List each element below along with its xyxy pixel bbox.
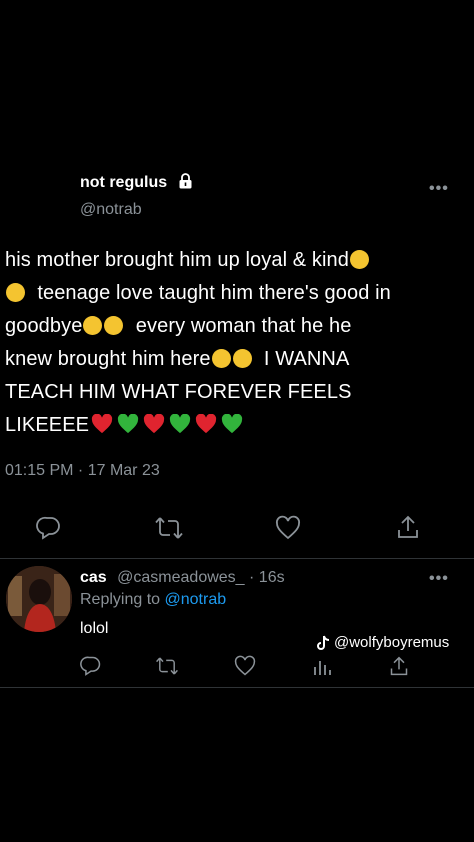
lock-icon	[179, 173, 192, 189]
tweet-line-1: his mother brought him up loyal & kind	[5, 244, 470, 277]
reply-more-options-icon[interactable]: •••	[429, 570, 449, 588]
reply-icon[interactable]	[80, 655, 102, 677]
tweet-line-4: knew brought him here I WANNA	[5, 348, 350, 370]
reply-text: lolol	[80, 620, 109, 637]
watermark-text: @wolfyboyremus	[334, 634, 450, 651]
divider	[0, 558, 474, 559]
tweet-author-handle[interactable]: @notrab	[80, 201, 142, 219]
frowning-face-icon	[6, 283, 25, 302]
share-icon[interactable]	[396, 514, 420, 540]
tweet-timestamp[interactable]: 01:15 PM · 17 Mar 23	[5, 462, 160, 480]
reply-time: · 16s	[249, 569, 285, 586]
avatar-photo	[6, 566, 72, 632]
avatar[interactable]	[6, 566, 72, 632]
crying-face-icon	[104, 316, 124, 335]
author-name-text: not regulus	[80, 174, 168, 191]
like-icon[interactable]	[234, 655, 256, 677]
tiktok-icon	[317, 635, 330, 650]
more-options-icon[interactable]: •••	[429, 180, 449, 198]
tweet-author-name[interactable]: not regulus	[80, 173, 193, 192]
reply-icon[interactable]	[36, 515, 62, 541]
retweet-icon[interactable]	[155, 655, 179, 677]
like-icon[interactable]	[275, 515, 301, 541]
replying-to-label: Replying to	[80, 591, 161, 608]
frowning-face-icon	[349, 250, 369, 269]
green-heart-icon	[170, 414, 191, 434]
reply-author-name[interactable]: cas	[80, 569, 107, 586]
reply-header: cas @casmeadowes_ · 16s	[80, 569, 285, 587]
tweet-body: his mother brought him up loyal & kind t…	[5, 244, 470, 442]
smiling-face-icon	[232, 349, 252, 368]
green-heart-icon	[118, 414, 139, 434]
green-heart-icon	[222, 414, 243, 434]
red-heart-icon	[144, 414, 165, 434]
tweet-line-2: teenage love taught him there's good in	[5, 277, 470, 310]
share-icon[interactable]	[389, 655, 409, 677]
retweet-icon[interactable]	[154, 515, 184, 541]
smiling-face-icon	[211, 349, 231, 368]
analytics-icon[interactable]	[312, 656, 332, 676]
tiktok-watermark: @wolfyboyremus	[316, 634, 449, 651]
red-heart-icon	[196, 414, 217, 434]
divider	[0, 687, 474, 688]
tweet-line-6: LIKEEEE	[5, 409, 470, 442]
red-heart-icon	[92, 414, 113, 434]
reply-author-handle[interactable]: @casmeadowes_	[117, 569, 244, 586]
tweet-line-5: TEACH HIM WHAT FOREVER FEELS	[5, 381, 352, 403]
replying-to-handle[interactable]: @notrab	[165, 591, 227, 608]
crying-face-icon	[83, 316, 103, 335]
tweet-line-3: goodbye every woman that he he	[5, 315, 352, 337]
replying-to: Replying to @notrab	[80, 591, 226, 609]
